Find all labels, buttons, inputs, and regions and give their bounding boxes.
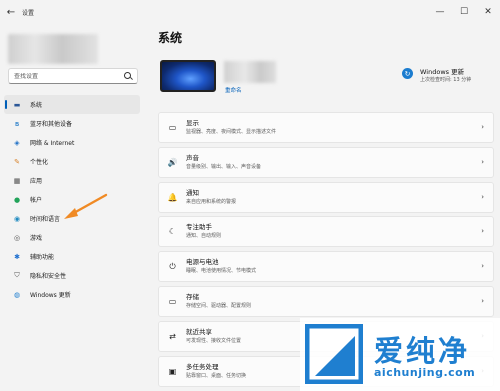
sidebar-item-1[interactable]: ʙ 蓝牙和其他设备	[4, 114, 140, 133]
card-description: 存储空间、驱动器、配置规则	[186, 302, 252, 309]
sidebar-item-label: Windows 更新	[30, 292, 71, 299]
settings-card[interactable]: 🔔 通知 来自应用和系统的警报 ›	[158, 181, 494, 213]
card-description: 睡眠、电池使用情况、节电模式	[186, 268, 257, 275]
bell-icon: 🔔	[167, 192, 178, 202]
card-title: 显示	[186, 119, 199, 127]
brush-icon: ✎	[14, 157, 20, 166]
sidebar-item-label: 应用	[30, 178, 43, 185]
user-account-blurred[interactable]	[8, 34, 98, 64]
title-bar: ← 设置 — ☐ ✕	[0, 0, 500, 24]
sidebar-item-9[interactable]: ⛉ 隐私和安全性	[4, 266, 140, 285]
search-box[interactable]	[8, 68, 138, 84]
bluetooth-icon: ʙ	[14, 119, 20, 128]
power-icon: ⏻	[169, 261, 176, 271]
device-name-blurred	[224, 61, 276, 83]
card-description: 监视器、亮度、夜间模式、显示描述文件	[186, 129, 277, 135]
sidebar-item-label: 系统	[30, 102, 43, 109]
card-title: 存储	[186, 292, 199, 301]
sidebar-item-label: 个性化	[30, 159, 49, 166]
chevron-right-icon: ›	[481, 227, 484, 236]
page-title: 系统	[158, 31, 183, 45]
settings-card[interactable]: ▭ 存储 存储空间、驱动器、配置规则 ›	[158, 285, 494, 317]
sidebar-item-label: 时间和语言	[30, 216, 61, 223]
shield-icon: ⛉	[14, 271, 20, 279]
chevron-right-icon: ›	[481, 157, 484, 166]
settings-card[interactable]: ☾ 专注助手 通知、自动规则 ›	[158, 216, 494, 248]
monitor-icon: ▬	[13, 100, 21, 109]
sidebar-item-label: 帐户	[30, 197, 43, 204]
arrow-left-icon: ←	[6, 6, 16, 18]
watermark-brand: 爱纯净	[374, 334, 471, 368]
device-wallpaper-thumbnail	[160, 60, 216, 92]
multitask-icon: ▣	[168, 366, 177, 376]
card-description: 可发现性、接收文件位置	[186, 337, 242, 344]
gamepad-icon: ◎	[13, 233, 21, 242]
chevron-right-icon: ›	[481, 296, 484, 305]
moon-icon: ☾	[168, 227, 177, 237]
settings-card[interactable]: ⏻ 电源与电池 睡眠、电池使用情况、节电模式 ›	[158, 251, 494, 283]
sidebar-item-5[interactable]: ● 帐户	[4, 190, 140, 209]
card-description: 贴靠窗口、桌面、任务切换	[186, 372, 247, 379]
sidebar-item-label: 隐私和安全性	[30, 273, 67, 280]
chevron-right-icon: ›	[481, 192, 484, 201]
search-icon[interactable]	[124, 72, 131, 79]
watermark: 爱纯净 aichunjing.com	[300, 318, 500, 391]
account-icon: ●	[13, 195, 21, 204]
storage-icon: ▭	[168, 296, 177, 306]
sidebar-item-3[interactable]: ✎ 个性化	[4, 152, 140, 171]
globe-clock-icon: ◉	[13, 214, 21, 223]
windows-update-title[interactable]: Windows 更新	[420, 66, 464, 76]
sidebar-nav: ▬ 系统 ʙ 蓝牙和其他设备 ◈ 网络 & Internet ✎ 个性化 ▦ 应用 ● 帐户 ◉ 时间和语…	[4, 95, 140, 304]
close-button[interactable]: ✕	[476, 0, 500, 24]
windows-update-icon: ◍	[13, 290, 21, 299]
window-title: 设置	[22, 9, 35, 17]
sidebar-item-10[interactable]: ◍ Windows 更新	[4, 285, 140, 304]
sidebar-item-8[interactable]: ✱ 辅助功能	[4, 247, 140, 266]
apps-icon: ▦	[13, 176, 21, 185]
card-title: 电源与电池	[186, 258, 219, 267]
card-title: 专注助手	[186, 223, 212, 232]
window-controls: — ☐ ✕	[428, 0, 500, 24]
wifi-icon: ◈	[14, 138, 20, 147]
back-button[interactable]: ←	[0, 0, 22, 24]
display-icon: ▭	[168, 123, 177, 132]
search-input[interactable]	[14, 72, 124, 80]
watermark-url: aichunjing.com	[374, 366, 476, 379]
sidebar-item-label: 网络 & Internet	[30, 140, 75, 147]
chevron-right-icon: ›	[481, 262, 484, 271]
card-title: 声音	[186, 153, 199, 162]
chevron-right-icon: ›	[481, 123, 484, 131]
card-description: 音量级别、输出、输入、声音设备	[186, 163, 262, 170]
card-title: 多任务处理	[186, 362, 219, 371]
sidebar-item-4[interactable]: ▦ 应用	[4, 171, 140, 190]
sidebar-item-7[interactable]: ◎ 游戏	[4, 228, 140, 247]
windows-update-subtitle: 上次检查时间: 13 分钟	[420, 77, 472, 83]
maximize-button[interactable]: ☐	[452, 0, 476, 24]
card-description: 来自应用和系统的警报	[186, 198, 237, 205]
rename-link[interactable]: 重命名	[225, 86, 242, 94]
sidebar-item-label: 辅助功能	[30, 254, 55, 261]
card-title: 通知	[186, 188, 199, 197]
settings-card[interactable]: 🔊 声音 音量级别、输出、输入、声音设备 ›	[158, 146, 494, 178]
sidebar: ▬ 系统 ʙ 蓝牙和其他设备 ◈ 网络 & Internet ✎ 个性化 ▦ 应用 ● 帐户 ◉ 时间和语…	[0, 24, 148, 391]
minimize-button[interactable]: —	[428, 0, 452, 24]
sidebar-item-2[interactable]: ◈ 网络 & Internet	[4, 133, 140, 152]
speaker-icon: 🔊	[167, 157, 178, 167]
share-icon: ⇄	[169, 331, 176, 341]
sidebar-item-label: 游戏	[30, 235, 43, 242]
sidebar-item-label: 蓝牙和其他设备	[30, 121, 73, 128]
sidebar-item-6[interactable]: ◉ 时间和语言	[4, 209, 140, 228]
aichunjing-logo	[305, 324, 363, 384]
settings-card[interactable]: ▭ 显示监视器、亮度、夜间模式、显示描述文件 ›	[158, 112, 494, 143]
accessibility-icon: ✱	[14, 252, 20, 261]
windows-update-icon: ↻	[402, 68, 413, 79]
sidebar-item-0[interactable]: ▬ 系统	[4, 95, 140, 114]
card-description: 通知、自动规则	[186, 233, 222, 240]
card-title: 就近共享	[186, 327, 212, 336]
